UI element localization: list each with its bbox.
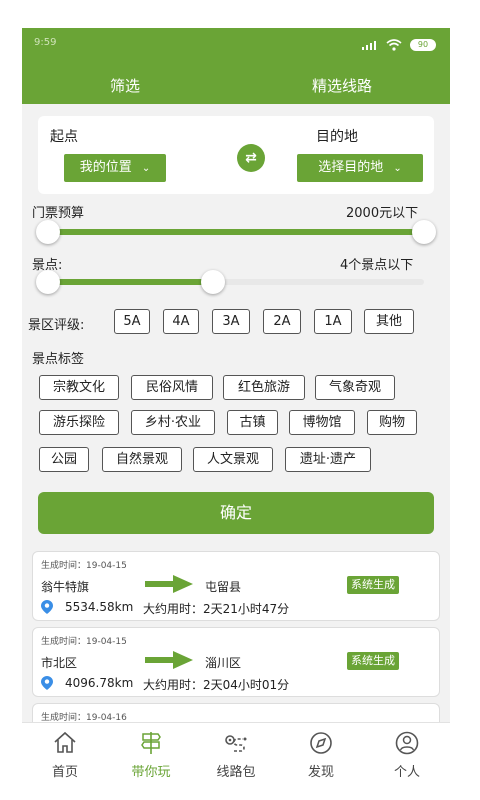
route-time: 生成时间：19-04-15 — [41, 637, 127, 647]
spots-slider-fill — [48, 279, 214, 285]
rating-option[interactable]: 5A — [114, 309, 150, 334]
route-to: 屯留县 — [205, 580, 242, 594]
destination-label: 目的地 — [316, 129, 358, 145]
bottom-nav: 首页 带你玩 线路包 发现 个人 — [22, 722, 450, 800]
tags-label: 景点标签 — [32, 352, 85, 367]
spots-value: 4个景点以下 — [340, 258, 414, 273]
tag-chip[interactable]: 古镇 — [227, 410, 278, 435]
user-icon — [395, 731, 419, 755]
spots-slider-min-knob[interactable] — [36, 270, 60, 294]
budget-slider-fill — [48, 229, 424, 235]
destination-select[interactable]: 选择目的地 ⌄ — [297, 154, 423, 182]
confirm-button[interactable]: 确定 — [38, 492, 434, 534]
budget-slider-min-knob[interactable] — [36, 220, 60, 244]
tag-chip[interactable]: 遗址·遗产 — [285, 447, 371, 472]
route-card[interactable]: 生成时间：19-04-15 市北区 淄川区 系统生成 4096.78km 大约用… — [32, 627, 440, 697]
nav-discover[interactable]: 发现 — [278, 723, 364, 800]
nav-profile[interactable]: 个人 — [364, 723, 450, 800]
tab-filter[interactable]: 筛选 — [110, 75, 140, 96]
arrow-right-icon — [145, 575, 193, 593]
nav-home[interactable]: 首页 — [22, 723, 108, 800]
arrow-right-icon — [145, 651, 193, 669]
wifi-icon — [386, 39, 402, 54]
rating-option[interactable]: 1A — [314, 309, 352, 334]
tag-chip[interactable]: 购物 — [367, 410, 417, 435]
route-card[interactable]: 生成时间：19-04-15 翁牛特旗 屯留县 系统生成 5534.58km 大约… — [32, 551, 440, 621]
route-duration: 大约用时：2天21小时47分 — [143, 602, 290, 616]
nav-label: 带你玩 — [131, 765, 171, 780]
tag-chip[interactable]: 宗教文化 — [39, 375, 119, 400]
budget-value: 2000元以下 — [346, 206, 419, 221]
route-from: 市北区 — [41, 656, 78, 670]
tag-chip[interactable]: 博物馆 — [289, 410, 355, 435]
nav-label: 首页 — [51, 765, 78, 780]
route-icon — [225, 735, 247, 752]
signal-icon — [362, 40, 380, 50]
rating-option[interactable]: 2A — [263, 309, 301, 334]
location-pin-icon — [41, 676, 53, 690]
status-time: 9:59 — [34, 37, 57, 48]
compass-icon — [310, 732, 332, 754]
signpost-icon — [141, 732, 161, 754]
location-pin-icon — [41, 600, 53, 614]
status-badge: 系统生成 — [347, 576, 399, 594]
route-distance: 5534.58km — [65, 600, 134, 614]
status-bar: 9:59 90 — [22, 28, 450, 60]
chevron-down-icon: ⌄ — [393, 163, 402, 174]
tag-chip[interactable]: 民俗风情 — [131, 375, 213, 400]
tag-chip[interactable]: 红色旅游 — [223, 375, 305, 400]
budget-label: 门票预算 — [32, 206, 85, 221]
tab-featured-routes[interactable]: 精选线路 — [312, 75, 372, 96]
origin-destination-card: 起点 我的位置 ⌄ ⇄ 目的地 选择目的地 ⌄ — [38, 116, 434, 194]
tag-chip[interactable]: 人文景观 — [193, 447, 273, 472]
origin-select[interactable]: 我的位置 ⌄ — [64, 154, 166, 182]
rating-option[interactable]: 4A — [163, 309, 199, 334]
destination-value: 选择目的地 — [318, 160, 384, 175]
route-from: 翁牛特旗 — [41, 580, 90, 594]
rating-option[interactable]: 其他 — [364, 309, 414, 334]
rating-option[interactable]: 3A — [212, 309, 250, 334]
nav-label: 发现 — [307, 765, 334, 780]
route-to: 淄川区 — [205, 656, 242, 670]
tag-chip[interactable]: 游乐探险 — [39, 410, 119, 435]
rating-label: 景区评级: — [28, 318, 85, 333]
tag-chip[interactable]: 气象奇观 — [315, 375, 395, 400]
nav-play[interactable]: 带你玩 — [108, 723, 194, 800]
route-time: 生成时间：19-04-15 — [41, 561, 127, 571]
nav-label: 线路包 — [216, 765, 256, 780]
route-distance: 4096.78km — [65, 676, 134, 690]
budget-slider-max-knob[interactable] — [412, 220, 436, 244]
chevron-down-icon: ⌄ — [141, 163, 151, 174]
tag-chip[interactable]: 乡村·农业 — [131, 410, 215, 435]
spots-slider-max-knob[interactable] — [201, 270, 226, 294]
nav-label: 个人 — [393, 765, 420, 780]
spots-slider[interactable] — [36, 270, 424, 294]
swap-icon[interactable]: ⇄ — [237, 144, 265, 172]
header: 9:59 90 筛选 精选线路 — [22, 28, 450, 104]
tag-chip[interactable]: 公园 — [39, 447, 89, 472]
home-icon — [54, 731, 76, 753]
budget-slider[interactable] — [36, 220, 436, 244]
status-badge: 系统生成 — [347, 652, 399, 670]
battery-icon: 90 — [410, 39, 436, 51]
route-duration: 大约用时：2天04小时01分 — [143, 678, 290, 692]
origin-label: 起点 — [50, 129, 78, 145]
tag-chip[interactable]: 自然景观 — [102, 447, 182, 472]
nav-route-packs[interactable]: 线路包 — [193, 723, 279, 800]
origin-value: 我的位置 — [79, 160, 132, 175]
app-screen: 9:59 90 筛选 精选线路 起点 我的位置 ⌄ ⇄ 目的地 选择目的地 ⌄ … — [22, 28, 450, 800]
